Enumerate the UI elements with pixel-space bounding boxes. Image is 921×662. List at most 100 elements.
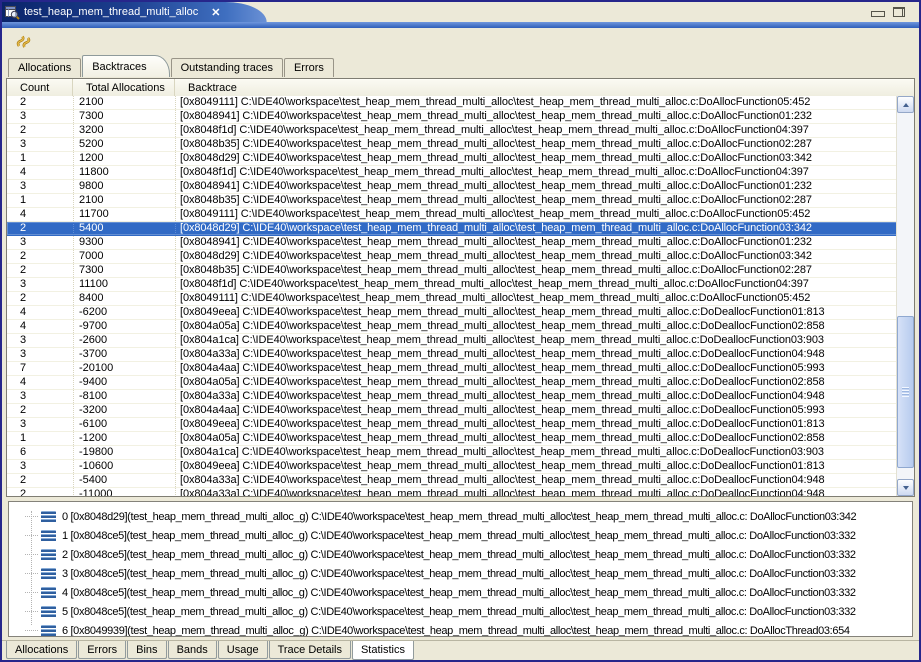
table-row[interactable]: 3-2600[0x804a1ca] C:\IDE40\workspace\tes… xyxy=(7,334,914,348)
column-header-backtrace[interactable]: Backtrace xyxy=(175,79,914,96)
table-row[interactable]: 1-1200[0x804a05a] C:\IDE40\workspace\tes… xyxy=(7,432,914,446)
tab-allocations[interactable]: Allocations xyxy=(6,641,77,659)
tab-bins[interactable]: Bins xyxy=(127,641,166,659)
table-row[interactable]: 11200[0x8048d29] C:\IDE40\workspace\test… xyxy=(7,152,914,166)
statistics-frames-panel: 0 [0x8048d29](test_heap_mem_thread_multi… xyxy=(8,501,913,637)
cell-backtrace: [0x804a4aa] C:\IDE40\workspace\test_heap… xyxy=(175,362,914,375)
cell-total-allocations: 7300 xyxy=(73,110,175,123)
column-header-count[interactable]: Count xyxy=(7,79,73,96)
table-row[interactable]: 35200[0x8048b35] C:\IDE40\workspace\test… xyxy=(7,138,914,152)
cell-count: 2 xyxy=(7,96,73,109)
frame-item[interactable]: 5 [0x8048ce5](test_heap_mem_thread_multi… xyxy=(9,602,912,621)
maximize-icon[interactable] xyxy=(893,7,905,17)
table-row[interactable]: 39300[0x8048941] C:\IDE40\workspace\test… xyxy=(7,236,914,250)
frame-item[interactable]: 3 [0x8048ce5](test_heap_mem_thread_multi… xyxy=(9,564,912,583)
view-toolbar xyxy=(2,28,919,55)
cell-backtrace: [0x8049111] C:\IDE40\workspace\test_heap… xyxy=(175,96,914,109)
table-row[interactable]: 311100[0x8048f1d] C:\IDE40\workspace\tes… xyxy=(7,278,914,292)
table-row[interactable]: 39800[0x8048941] C:\IDE40\workspace\test… xyxy=(7,180,914,194)
tab-allocations[interactable]: Allocations xyxy=(8,58,81,77)
tab-backtraces[interactable]: Backtraces xyxy=(82,55,169,77)
table-row[interactable]: 27000[0x8048d29] C:\IDE40\workspace\test… xyxy=(7,250,914,264)
table-row[interactable]: 2-3200[0x804a4aa] C:\IDE40\workspace\tes… xyxy=(7,404,914,418)
table-row[interactable]: 411700[0x8049111] C:\IDE40\workspace\tes… xyxy=(7,208,914,222)
scroll-up-button[interactable] xyxy=(897,96,914,113)
cell-total-allocations: 2100 xyxy=(73,194,175,207)
close-icon[interactable]: ✕ xyxy=(208,6,223,19)
tab-bands[interactable]: Bands xyxy=(168,641,217,659)
table-row[interactable]: 3-8100[0x804a33a] C:\IDE40\workspace\tes… xyxy=(7,390,914,404)
table-row[interactable]: 3-3700[0x804a33a] C:\IDE40\workspace\tes… xyxy=(7,348,914,362)
table-row[interactable]: 12100[0x8048b35] C:\IDE40\workspace\test… xyxy=(7,194,914,208)
view-title: test_heap_mem_thread_multi_alloc xyxy=(24,6,198,18)
cell-backtrace: [0x804a33a] C:\IDE40\workspace\test_heap… xyxy=(175,488,914,496)
table-row[interactable]: 411800[0x8048f1d] C:\IDE40\workspace\tes… xyxy=(7,166,914,180)
view-tab[interactable]: test_heap_mem_thread_multi_alloc ✕ xyxy=(2,2,226,22)
cell-backtrace: [0x8048941] C:\IDE40\workspace\test_heap… xyxy=(175,236,914,249)
tab-usage[interactable]: Usage xyxy=(218,641,268,659)
cell-backtrace: [0x8048b35] C:\IDE40\workspace\test_heap… xyxy=(175,264,914,277)
cell-total-allocations: 8400 xyxy=(73,292,175,305)
table-row[interactable]: 27300[0x8048b35] C:\IDE40\workspace\test… xyxy=(7,264,914,278)
scrollbar-thumb[interactable] xyxy=(897,316,914,468)
tab-statistics[interactable]: Statistics xyxy=(352,641,414,660)
cell-total-allocations: -6200 xyxy=(73,306,175,319)
bottom-tab-strip: AllocationsErrorsBinsBandsUsageTrace Det… xyxy=(2,640,919,661)
cell-count: 2 xyxy=(7,222,73,235)
cell-backtrace: [0x8048d29] C:\IDE40\workspace\test_heap… xyxy=(175,222,914,235)
table-row[interactable]: 2-11000[0x804a33a] C:\IDE40\workspace\te… xyxy=(7,488,914,496)
tab-outstanding-traces[interactable]: Outstanding traces xyxy=(171,58,283,77)
cell-count: 3 xyxy=(7,236,73,249)
tab-errors[interactable]: Errors xyxy=(78,641,126,659)
cell-backtrace: [0x8048941] C:\IDE40\workspace\test_heap… xyxy=(175,180,914,193)
table-row[interactable]: 4-9700[0x804a05a] C:\IDE40\workspace\tes… xyxy=(7,320,914,334)
table-row[interactable]: 4-9400[0x804a05a] C:\IDE40\workspace\tes… xyxy=(7,376,914,390)
table-row[interactable]: 3-6100[0x8049eea] C:\IDE40\workspace\tes… xyxy=(7,418,914,432)
vertical-scrollbar[interactable] xyxy=(896,96,914,496)
cell-backtrace: [0x804a05a] C:\IDE40\workspace\test_heap… xyxy=(175,376,914,389)
cell-total-allocations: 1200 xyxy=(73,152,175,165)
table-row[interactable]: 2-5400[0x804a33a] C:\IDE40\workspace\tes… xyxy=(7,474,914,488)
cell-backtrace: [0x804a1ca] C:\IDE40\workspace\test_heap… xyxy=(175,446,914,459)
table-row[interactable]: 25400[0x8048d29] C:\IDE40\workspace\test… xyxy=(7,222,914,236)
table-row[interactable]: 23200[0x8048f1d] C:\IDE40\workspace\test… xyxy=(7,124,914,138)
cell-total-allocations: -11000 xyxy=(73,488,175,496)
minimize-icon[interactable] xyxy=(871,11,885,17)
table-header: Count Total Allocations Backtrace xyxy=(7,79,914,97)
cell-total-allocations: -19800 xyxy=(73,446,175,459)
cell-total-allocations: 5200 xyxy=(73,138,175,151)
table-row[interactable]: 6-19800[0x804a1ca] C:\IDE40\workspace\te… xyxy=(7,446,914,460)
cell-count: 2 xyxy=(7,474,73,487)
table-row[interactable]: 3-10600[0x8049eea] C:\IDE40\workspace\te… xyxy=(7,460,914,474)
cell-backtrace: [0x8048b35] C:\IDE40\workspace\test_heap… xyxy=(175,194,914,207)
table-row[interactable]: 37300[0x8048941] C:\IDE40\workspace\test… xyxy=(7,110,914,124)
cell-count: 3 xyxy=(7,278,73,291)
cell-count: 4 xyxy=(7,166,73,179)
frame-item[interactable]: 4 [0x8048ce5](test_heap_mem_thread_multi… xyxy=(9,583,912,602)
cell-count: 2 xyxy=(7,404,73,417)
frame-item[interactable]: 0 [0x8048d29](test_heap_mem_thread_multi… xyxy=(9,507,912,526)
cell-count: 6 xyxy=(7,446,73,459)
cell-count: 3 xyxy=(7,110,73,123)
table-row[interactable]: 28400[0x8049111] C:\IDE40\workspace\test… xyxy=(7,292,914,306)
frame-item[interactable]: 6 [0x8049939](test_heap_mem_thread_multi… xyxy=(9,621,912,637)
tab-trace-details[interactable]: Trace Details xyxy=(269,641,351,659)
frame-item[interactable]: 1 [0x8048ce5](test_heap_mem_thread_multi… xyxy=(9,526,912,545)
cell-total-allocations: 5400 xyxy=(73,222,175,235)
table-row[interactable]: 22100[0x8049111] C:\IDE40\workspace\test… xyxy=(7,96,914,110)
cell-backtrace: [0x8048f1d] C:\IDE40\workspace\test_heap… xyxy=(175,278,914,291)
table-row[interactable]: 7-20100[0x804a4aa] C:\IDE40\workspace\te… xyxy=(7,362,914,376)
cell-count: 3 xyxy=(7,390,73,403)
stack-frame-icon xyxy=(41,587,56,599)
cell-count: 1 xyxy=(7,432,73,445)
cell-count: 1 xyxy=(7,194,73,207)
compare-traces-icon[interactable] xyxy=(15,33,32,50)
cell-backtrace: [0x804a33a] C:\IDE40\workspace\test_heap… xyxy=(175,348,914,361)
frame-item[interactable]: 2 [0x8048ce5](test_heap_mem_thread_multi… xyxy=(9,545,912,564)
scroll-down-button[interactable] xyxy=(897,479,914,496)
column-header-total-allocations[interactable]: Total Allocations xyxy=(73,79,175,96)
cell-count: 7 xyxy=(7,362,73,375)
cell-total-allocations: 11100 xyxy=(73,278,175,291)
tab-errors[interactable]: Errors xyxy=(284,58,334,77)
table-row[interactable]: 4-6200[0x8049eea] C:\IDE40\workspace\tes… xyxy=(7,306,914,320)
